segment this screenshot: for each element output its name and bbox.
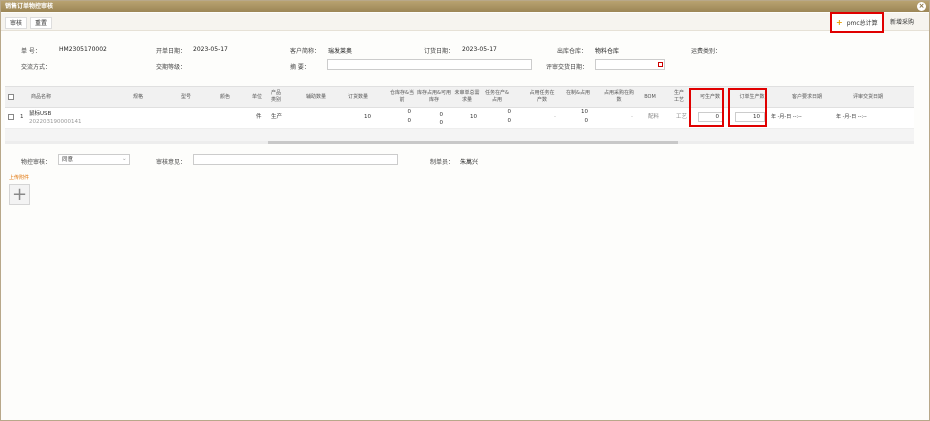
summary-input[interactable] (327, 59, 532, 70)
highlight-producible (689, 88, 724, 127)
col-process: 生产工艺 (673, 90, 684, 103)
summary-label: 摘 要： (290, 64, 310, 71)
maker-value: 朱萬兴 (460, 159, 479, 166)
order-date-label: 订货日期： (424, 48, 455, 55)
unit-value: 件 (256, 114, 262, 120)
new-purchase-button[interactable]: 新增采购 (890, 17, 914, 26)
grid-footer (5, 129, 914, 141)
maker-label: 制单员： (430, 159, 455, 166)
plus-icon: + (836, 18, 843, 27)
table-row[interactable]: 1 鼠标USB 202203190000141 件 生产 10 0 0 0 0 … (5, 108, 914, 129)
col-model: 型号 (180, 94, 191, 100)
col-order-qty: 订货数量 (347, 94, 368, 100)
task-value-a: 0 (507, 109, 512, 115)
occ-purchase-value: - (631, 114, 633, 120)
warehouse-label: 出库仓库： (557, 48, 588, 55)
row-index: 1 (20, 114, 24, 120)
product-code: 202203190000141 (29, 119, 82, 125)
material-review-select[interactable]: 同意 ⌄ (58, 154, 130, 165)
col-bom: BOM (644, 94, 656, 100)
customer-label: 客户简称： (290, 48, 321, 55)
task-value-b: 0 (507, 118, 512, 124)
occupy-value-b: 0 (439, 120, 444, 126)
highlight-order-produce (728, 88, 767, 127)
window-titlebar: 销售订单物控审核 × (1, 1, 929, 12)
col-cust-date: 客户要求日期 (791, 94, 822, 100)
stock-value-a: 0 (407, 109, 412, 115)
material-review-label: 物控审核： (21, 159, 52, 166)
pmc-calc-label: pmc总计算 (846, 20, 878, 27)
review-opinion-label: 审核意见： (156, 159, 187, 166)
scroll-thumb[interactable] (268, 141, 678, 144)
plus-icon: + (11, 184, 28, 205)
toolbar: 审核 重置 (1, 13, 929, 31)
col-stock-occupy: 库存占用&可用库存 (417, 90, 451, 103)
col-spec: 规格 (132, 94, 143, 100)
review-opinion-input[interactable] (193, 154, 398, 165)
warehouse-value: 物料仓库 (595, 48, 620, 55)
row-checkbox[interactable] (8, 114, 14, 120)
category-value: 生产 (271, 114, 283, 120)
open-date-value: 2023-05-17 (193, 46, 228, 53)
horizontal-scrollbar[interactable] (5, 141, 914, 144)
process-link[interactable]: 工艺 (676, 114, 687, 121)
product-name: 鼠标USB (29, 111, 52, 117)
customer-value: 瑞发莱奥 (328, 48, 353, 55)
pending-value: 10 (470, 114, 477, 120)
col-stock: 仓库存&当前 (390, 90, 414, 103)
stock-value-b: 0 (407, 118, 412, 124)
ship-type-label: 运费类别： (691, 48, 722, 55)
chevron-down-icon: ⌄ (122, 156, 127, 162)
col-category: 产品类别 (270, 90, 281, 103)
add-attachment-button[interactable]: + (9, 184, 30, 205)
col-name: 商品名称 (30, 94, 51, 100)
col-unit: 单位 (251, 94, 262, 100)
occ-task-value: - (554, 114, 556, 120)
delivery-level-label: 交期等级： (156, 64, 187, 71)
upload-attachment-link[interactable]: 上传附件 (9, 174, 29, 181)
dialog-window: 销售订单物控审核 × 审核 重置 + pmc总计算 新增采购 单 号： HM230… (0, 0, 930, 421)
bom-link[interactable]: 配料 (648, 114, 659, 121)
col-color: 颜色 (219, 94, 230, 100)
col-aux-qty: 辅助数量 (305, 94, 326, 100)
col-occ-task: 占用任务在产数 (529, 90, 555, 103)
occupy-value-a: 0 (439, 112, 444, 118)
review-date-label: 评审交货日期： (546, 64, 589, 71)
order-no-label: 单 号： (21, 48, 41, 55)
window-title: 销售订单物控审核 (5, 3, 54, 10)
close-icon[interactable]: × (917, 2, 926, 11)
col-task: 任务在产&占用 (485, 90, 509, 103)
pmc-calc-button[interactable]: + pmc总计算 (830, 12, 884, 33)
trade-mode-label: 交流方式： (21, 64, 52, 71)
select-all-checkbox[interactable] (8, 94, 14, 100)
approve-button[interactable]: 审核 (5, 17, 28, 29)
col-pending: 未审单总需求量 (454, 90, 480, 103)
order-date-value: 2023-05-17 (462, 46, 497, 53)
grid-header: 商品名称 规格 型号 颜色 单位 产品类别 辅助数量 订货数量 仓库存&当前 库… (5, 86, 914, 108)
col-review-date: 评审交货日期 (852, 94, 883, 100)
cust-date-input[interactable]: 年 -月-日 --:-- (771, 114, 802, 121)
review-date-input[interactable] (595, 59, 665, 70)
col-wip: 在制&占用 (566, 90, 590, 96)
col-occ-purchase: 占用采购在购数 (603, 90, 634, 103)
order-qty-value: 10 (364, 114, 371, 120)
open-date-label: 开单日期： (156, 48, 187, 55)
material-review-value: 同意 (62, 157, 74, 163)
wip-value-a: 10 (581, 109, 588, 115)
review-date-row-input[interactable]: 年 -月-日 --:-- (836, 114, 867, 121)
wip-value-b: 0 (584, 118, 589, 124)
reset-button[interactable]: 重置 (30, 17, 53, 29)
calendar-icon[interactable] (658, 62, 663, 67)
order-no-value: HM2305170002 (59, 46, 107, 53)
